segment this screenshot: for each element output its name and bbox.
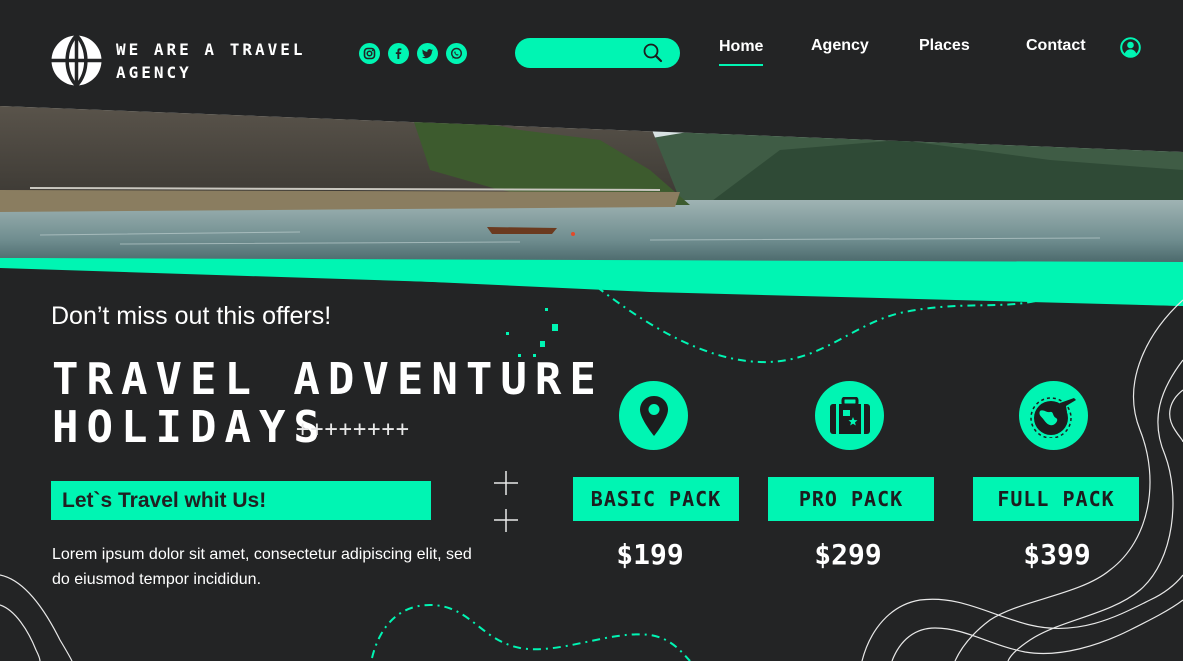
facebook-icon[interactable] <box>388 43 409 64</box>
user-icon[interactable] <box>1120 37 1141 58</box>
basic-pack-button[interactable]: BASIC PACK <box>573 477 739 521</box>
map-pin-icon <box>619 381 688 450</box>
full-pack-button[interactable]: FULL PACK <box>973 477 1139 521</box>
search-icon[interactable] <box>642 42 664 64</box>
promo-description: Lorem ipsum dolor sit amet, consectetur … <box>52 546 472 588</box>
nav-places[interactable]: Places <box>919 37 970 55</box>
search-bar[interactable] <box>515 38 680 68</box>
offer-subtitle: Don’t miss out this offers! <box>51 302 332 330</box>
search-input[interactable] <box>529 42 651 66</box>
nav-contact[interactable]: Contact <box>1026 37 1086 55</box>
pro-pack-price: $299 <box>814 538 882 571</box>
brand-name: WE ARE A TRAVEL AGENCY <box>116 39 306 82</box>
page: WE ARE A TRAVEL AGENCY Home Agency Place… <box>0 0 1183 661</box>
suitcase-icon <box>815 381 884 450</box>
basic-pack-price: $199 <box>616 538 684 571</box>
plus-decoration: ++++++++ <box>296 417 410 442</box>
twitter-icon[interactable] <box>417 43 438 64</box>
travel-cta-banner[interactable]: Let`s Travel whit Us! <box>51 481 431 520</box>
globe-icon <box>51 34 102 87</box>
instagram-icon[interactable] <box>359 43 380 64</box>
nav-home[interactable]: Home <box>719 38 764 66</box>
whatsapp-icon[interactable] <box>446 43 467 64</box>
nav-agency[interactable]: Agency <box>811 37 869 55</box>
brand-logo[interactable]: WE ARE A TRAVEL AGENCY <box>50 34 306 87</box>
full-pack-price: $399 <box>1023 538 1091 571</box>
hero-photo <box>0 106 1183 270</box>
pro-pack-button[interactable]: PRO PACK <box>768 477 934 521</box>
globe-plane-icon <box>1019 381 1088 450</box>
social-links <box>359 43 467 64</box>
